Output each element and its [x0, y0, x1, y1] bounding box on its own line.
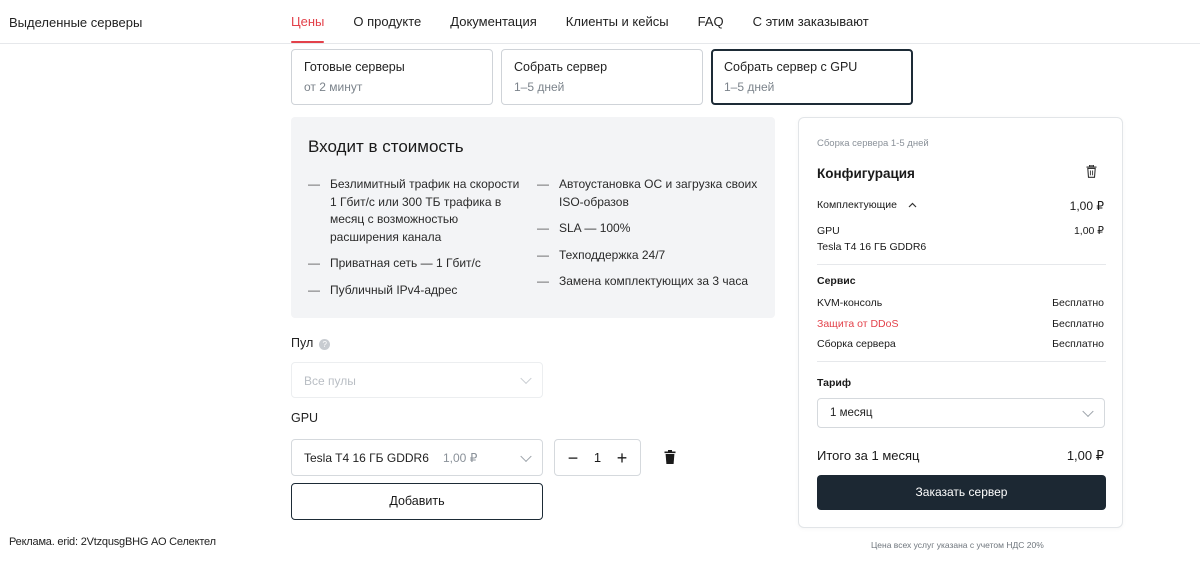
type-card-custom[interactable]: Собрать сервер 1–5 дней [501, 49, 703, 105]
gpu-summary-name: Tesla T4 16 ГБ GDDR6 [817, 241, 927, 253]
included-item: — Техподдержка 24/7 [537, 247, 666, 262]
included-item: — SLA — 100% [537, 221, 631, 235]
gpu-summary-label: GPU [817, 225, 840, 237]
service-label: Сервис [817, 275, 856, 287]
gpu-summary-price: 1,00 ₽ [1073, 225, 1104, 237]
included-item: — Публичный IPv4-адрес [308, 282, 458, 297]
components-price: 1,00 ₽ [1069, 199, 1104, 213]
included-list-left: — Безлимитный трафик на скорости 1 Гбит/с… [308, 176, 523, 308]
tariff-select-value: 1 месяц [830, 407, 873, 419]
divider [817, 264, 1106, 265]
pool-label: Пул? [291, 336, 331, 350]
service-ddos-price: Бесплатно [1052, 318, 1104, 330]
chevron-up-icon [908, 202, 917, 208]
gpu-label: GPU [291, 411, 319, 425]
chevron-down-icon [520, 372, 532, 385]
help-icon[interactable]: ? [319, 339, 331, 350]
included-item: — Безлимитный трафик на скорости 1 Гбит/с… [308, 177, 520, 244]
product-nav: Цены О продукте Документация Клиенты и к… [291, 0, 898, 44]
nav-tab-about[interactable]: О продукте [353, 0, 421, 44]
ad-disclaimer: Реклама. erid: 2VtzqusgBHG АО Селектел [9, 536, 216, 548]
type-card-title: Собрать сервер с GPU [724, 60, 858, 74]
add-gpu-button[interactable]: Добавить [291, 483, 543, 520]
summary-title: Конфигурация [817, 166, 915, 181]
type-card-subtitle: 1–5 дней [724, 80, 775, 94]
service-build-price: Бесплатно [1052, 338, 1104, 350]
included-title: Входит в стоимость [308, 137, 464, 156]
divider [817, 361, 1106, 362]
total-label: Итого за 1 месяц [817, 448, 920, 463]
nav-tab-prices[interactable]: Цены [291, 0, 325, 44]
top-bar: Выделенные серверы Цены О продукте Докум… [0, 0, 1200, 44]
type-card-ready[interactable]: Готовые серверы от 2 минут [291, 49, 493, 105]
type-card-title: Готовые серверы [304, 60, 405, 74]
trash-icon[interactable] [664, 450, 676, 464]
tariff-select[interactable]: 1 месяц [817, 398, 1105, 428]
type-card-title: Собрать сервер [514, 60, 608, 74]
quantity-stepper: − 1 + [554, 439, 641, 476]
gpu-select-price: 1,00 ₽ [443, 451, 478, 465]
nav-tab-docs[interactable]: Документация [450, 0, 537, 44]
minus-button[interactable]: − [565, 449, 581, 467]
service-build: Сборка сервера [817, 338, 896, 350]
service-ddos-link[interactable]: Защита от DDoS [817, 318, 898, 330]
tariff-label: Тариф [817, 377, 852, 389]
total-price: 1,00 ₽ [1066, 448, 1104, 463]
order-summary: Сборка сервера 1-5 дней Конфигурация Ком… [798, 117, 1123, 528]
plus-button[interactable]: + [614, 449, 630, 467]
chevron-down-icon [520, 450, 532, 462]
trash-icon[interactable] [1086, 165, 1097, 178]
gpu-select[interactable]: Tesla T4 16 ГБ GDDR6 1,00 ₽ [291, 439, 543, 476]
service-kvm: KVM-консоль [817, 297, 883, 309]
gpu-select-value: Tesla T4 16 ГБ GDDR6 [304, 451, 429, 465]
pool-select[interactable]: Все пулы [291, 362, 543, 398]
included-box: Входит в стоимость — Безлимитный трафик н… [291, 117, 775, 318]
quantity-value[interactable]: 1 [594, 450, 601, 465]
components-toggle[interactable]: Комплектующие [817, 199, 917, 211]
vat-note: Цена всех услуг указана с учетом НДС 20% [871, 540, 1044, 550]
type-card-subtitle: 1–5 дней [514, 80, 565, 94]
page-brand: Выделенные серверы [9, 15, 143, 30]
nav-tab-related[interactable]: С этим заказывают [753, 0, 869, 44]
included-item: — Приватная сеть — 1 Гбит/с [308, 256, 481, 270]
order-server-button[interactable]: Заказать сервер [817, 475, 1106, 510]
type-card-gpu[interactable]: Собрать сервер с GPU 1–5 дней [711, 49, 913, 105]
included-list-right: — Автоустановка ОС и загрузка своих ISO-о… [537, 176, 769, 300]
chevron-down-icon [1082, 405, 1094, 418]
nav-tab-clients[interactable]: Клиенты и кейсы [566, 0, 669, 44]
service-kvm-price: Бесплатно [1052, 297, 1104, 309]
build-time-note: Сборка сервера 1-5 дней [817, 138, 929, 149]
nav-tab-faq[interactable]: FAQ [698, 0, 724, 44]
type-card-subtitle: от 2 минут [304, 80, 363, 94]
included-item: — Замена комплектующих за 3 часа [537, 274, 749, 288]
pool-select-value: Все пулы [304, 374, 356, 388]
included-item: — Автоустановка ОС и загрузка своих ISO-о… [537, 177, 758, 209]
